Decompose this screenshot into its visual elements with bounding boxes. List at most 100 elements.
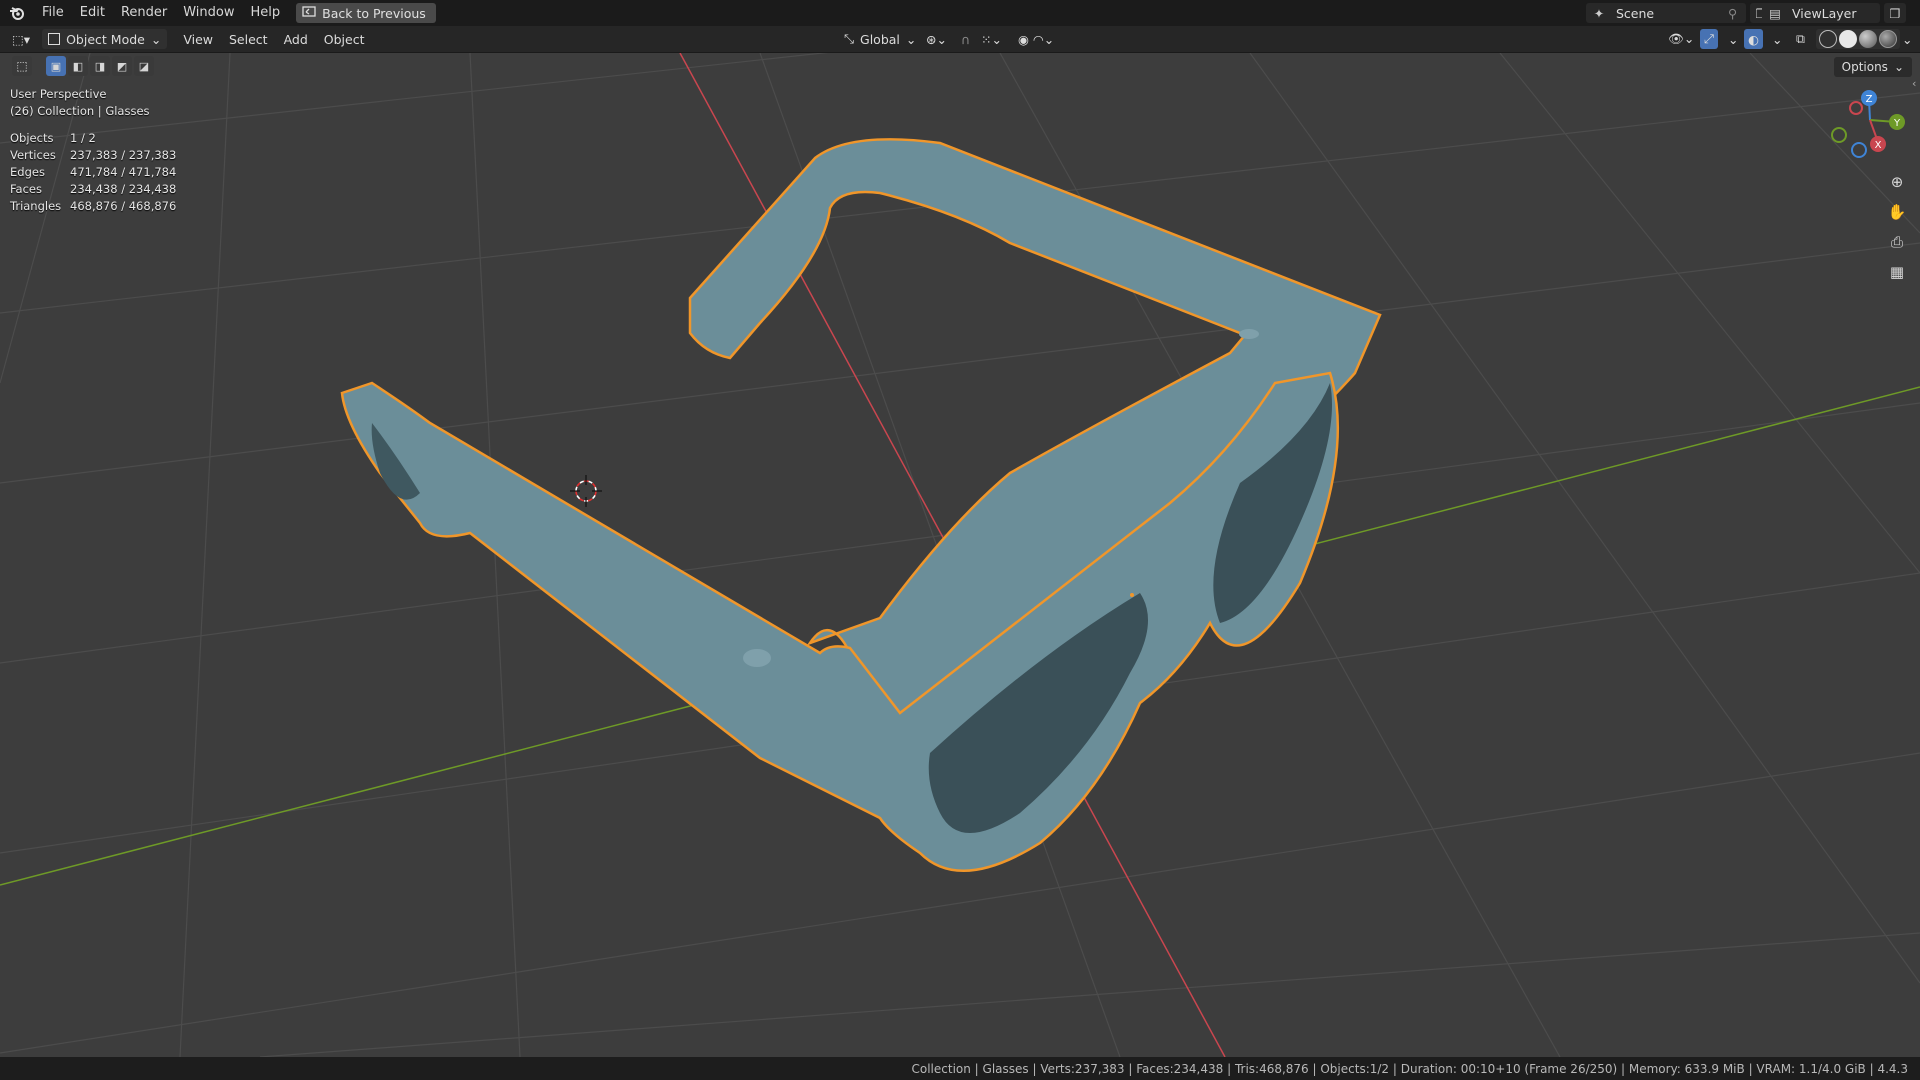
menu-select[interactable]: Select bbox=[223, 29, 274, 49]
shading-modes bbox=[1816, 29, 1900, 49]
select-mode-new[interactable]: ▣ bbox=[46, 56, 66, 76]
blender-logo-icon[interactable] bbox=[0, 0, 34, 26]
select-new-icon: ▣ bbox=[50, 59, 62, 73]
overlays-icon: ◐ bbox=[1748, 31, 1759, 47]
menu-window[interactable]: Window bbox=[175, 0, 242, 26]
viewport-header: ⬚▾ Object Mode ⌄ View Select Add Object … bbox=[0, 26, 1920, 53]
status-bar: Collection | Glasses | Verts:237,383 | F… bbox=[0, 1057, 1920, 1080]
3d-cursor[interactable] bbox=[570, 475, 602, 507]
gizmo-dropdown[interactable]: ⌄ bbox=[1722, 29, 1744, 49]
scene-selector[interactable]: ✦ Scene ⚲ bbox=[1586, 3, 1746, 23]
scene-icon: ✦ bbox=[1593, 5, 1605, 21]
object-mode-label: Object Mode bbox=[66, 31, 145, 47]
overlays-toggle[interactable]: ◐ bbox=[1744, 29, 1763, 49]
snap-target-dropdown[interactable]: ⁙⌄ bbox=[975, 29, 1008, 49]
options-label: Options bbox=[1841, 60, 1888, 74]
stat-value: 468,876 / 468,876 bbox=[70, 199, 177, 213]
copy-icon: ❐ bbox=[1889, 5, 1901, 21]
stat-vertices: Vertices 237,383 / 237,383 bbox=[10, 147, 176, 164]
gizmo-neg-y-ball[interactable] bbox=[1831, 127, 1847, 143]
menu-help[interactable]: Help bbox=[243, 0, 289, 26]
select-mode-extend[interactable]: ◧ bbox=[68, 56, 88, 76]
view-name: User Perspective bbox=[10, 87, 107, 101]
select-mode-intersect[interactable]: ◪ bbox=[134, 56, 154, 76]
select-mode-invert[interactable]: ◩ bbox=[112, 56, 132, 76]
viewport-info: User Perspective (26) Collection | Glass… bbox=[10, 86, 176, 215]
chevron-down-icon: ⌄ bbox=[905, 31, 917, 47]
select-mode-subtract[interactable]: ◨ bbox=[90, 56, 110, 76]
rendered-shading-icon[interactable] bbox=[1879, 30, 1897, 48]
editor-type-button[interactable]: ⬚▾ bbox=[6, 29, 36, 49]
orientation-label: Global bbox=[860, 31, 900, 47]
menu-object[interactable]: Object bbox=[318, 29, 371, 49]
screen-icon bbox=[302, 5, 316, 21]
tool-select-box[interactable]: ⬚ bbox=[12, 56, 32, 76]
options-dropdown[interactable]: Options ⌄ bbox=[1833, 57, 1912, 77]
scene-name: Scene bbox=[1616, 5, 1655, 21]
sidebar-toggle-icon[interactable]: ‹ bbox=[1912, 77, 1916, 90]
proportional-editing-toggle[interactable]: ◉ ◠⌄ bbox=[1012, 29, 1060, 49]
cursor-icon: ⬚ bbox=[16, 59, 28, 73]
gizmo-neg-z-ball[interactable] bbox=[1851, 142, 1867, 158]
hinge-button bbox=[743, 649, 771, 667]
pivot-point-dropdown[interactable]: ⊛⌄ bbox=[920, 29, 953, 49]
shading-dropdown[interactable]: ⌄ bbox=[1896, 29, 1918, 49]
pan-button[interactable]: ✋ bbox=[1884, 199, 1910, 225]
eye-icon: 👁⌄ bbox=[1668, 31, 1695, 46]
snap-toggle[interactable]: ∩ bbox=[955, 29, 976, 49]
stat-value: 234,438 / 234,438 bbox=[70, 182, 177, 196]
menu-edit[interactable]: Edit bbox=[72, 0, 113, 26]
zoom-button[interactable]: ⊕ bbox=[1884, 169, 1910, 195]
chevron-down-icon: ⌄ bbox=[1728, 31, 1739, 47]
menu-render[interactable]: Render bbox=[113, 0, 175, 26]
object-mode-icon bbox=[48, 33, 61, 45]
visibility-dropdown[interactable]: 👁⌄ bbox=[1662, 29, 1700, 49]
gizmo-toggle[interactable]: ⤢ bbox=[1700, 29, 1719, 49]
back-to-previous-button[interactable]: Back to Previous bbox=[296, 3, 436, 23]
perspective-toggle-button[interactable]: ▦ bbox=[1884, 259, 1910, 285]
editor-type-icon: ⬚▾ bbox=[12, 31, 31, 47]
xray-toggle[interactable]: ⧉ bbox=[1790, 29, 1811, 49]
grid-icon: ▦ bbox=[1889, 263, 1905, 281]
gizmo-neg-x-ball[interactable] bbox=[1849, 101, 1863, 115]
orientation-icon: ⤡ bbox=[844, 31, 855, 46]
glasses-object[interactable] bbox=[340, 138, 1382, 872]
new-view-layer-button[interactable]: ❐ bbox=[1884, 3, 1906, 23]
select-invert-icon: ◩ bbox=[116, 59, 128, 73]
object-origin bbox=[1130, 593, 1134, 597]
pin-icon[interactable]: ⚲ bbox=[1728, 6, 1746, 21]
wireframe-shading-icon[interactable] bbox=[1819, 30, 1837, 48]
solid-shading-icon[interactable] bbox=[1839, 30, 1857, 48]
stat-value: 1 / 2 bbox=[70, 131, 96, 145]
magnet-icon: ∩ bbox=[961, 31, 971, 47]
3d-viewport[interactable]: Z Y X User Perspective (26) Collection |… bbox=[0, 53, 1920, 1057]
stat-edges: Edges 471,784 / 471,784 bbox=[10, 164, 176, 181]
camera-view-button[interactable]: ⎙ bbox=[1884, 229, 1910, 255]
chevron-down-icon: ⌄ bbox=[1772, 31, 1783, 47]
transform-orientation-dropdown[interactable]: ⤡ Global ⌄ bbox=[838, 29, 922, 49]
menu-view[interactable]: View bbox=[177, 29, 219, 49]
gizmo-icon: ⤢ bbox=[1704, 31, 1715, 46]
navigation-gizmo[interactable]: Z Y X bbox=[1831, 90, 1905, 158]
stat-objects: Objects 1 / 2 bbox=[10, 130, 176, 147]
menu-file[interactable]: File bbox=[34, 0, 72, 26]
chevron-down-icon: ⌄ bbox=[150, 31, 162, 47]
stat-label: Faces bbox=[10, 182, 42, 196]
overlays-dropdown[interactable]: ⌄ bbox=[1766, 29, 1788, 49]
view-layer-selector[interactable]: ▤ ViewLayer bbox=[1762, 3, 1880, 23]
stat-faces: Faces 234,438 / 234,438 bbox=[10, 181, 176, 198]
gizmo-z-label: Z bbox=[1866, 94, 1873, 105]
hand-icon: ✋ bbox=[1887, 203, 1907, 221]
menu-add[interactable]: Add bbox=[278, 29, 314, 49]
select-subtract-icon: ◨ bbox=[94, 59, 106, 73]
gizmo-x-label: X bbox=[1875, 140, 1882, 151]
snap-grid-icon: ⁙⌄ bbox=[981, 31, 1002, 47]
camera-icon: ⎙ bbox=[1890, 233, 1903, 251]
material-shading-icon[interactable] bbox=[1859, 30, 1877, 48]
pivot-icon: ⊛⌄ bbox=[926, 31, 947, 47]
object-mode-dropdown[interactable]: Object Mode ⌄ bbox=[42, 29, 168, 49]
stat-label: Vertices bbox=[10, 148, 56, 162]
top-bar: File Edit Render Window Help Back to Pre… bbox=[0, 0, 1920, 26]
select-intersect-icon: ◪ bbox=[138, 59, 150, 73]
chevron-down-icon: ⌄ bbox=[1902, 31, 1913, 47]
